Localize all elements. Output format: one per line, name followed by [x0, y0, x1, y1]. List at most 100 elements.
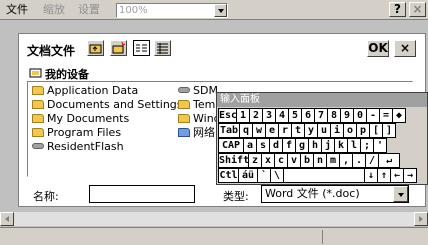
menu-zoom[interactable]: 缩放: [43, 3, 65, 17]
chevron-down-icon[interactable]: [214, 4, 227, 17]
type-label: 类型:: [223, 190, 249, 203]
key[interactable]: e: [265, 123, 279, 138]
ok-button[interactable]: OK: [367, 40, 389, 57]
space-key[interactable]: [283, 168, 365, 183]
ctrl-key[interactable]: Ctl: [218, 168, 239, 183]
file-type-select[interactable]: Word 文件 (*.doc): [261, 185, 409, 203]
drive-icon: [32, 143, 44, 149]
key[interactable]: v: [287, 153, 301, 168]
zoom-select[interactable]: 100%: [116, 3, 228, 18]
list-item[interactable]: Documents and Settings: [32, 98, 183, 112]
list-item[interactable]: ResidentFlash: [32, 140, 124, 154]
key[interactable]: y: [304, 123, 318, 138]
key[interactable]: Esc: [218, 108, 237, 123]
key[interactable]: t: [291, 123, 305, 138]
key[interactable]: 1: [236, 108, 250, 123]
key[interactable]: r: [278, 123, 292, 138]
input-panel[interactable]: 输入面板 Esc 1 2 3 4 5 6 7 8 9 0 - = ◆ Tab q…: [216, 92, 428, 185]
down-arrow-key[interactable]: ↓: [364, 168, 378, 183]
key[interactable]: f: [282, 138, 296, 153]
key[interactable]: ;: [360, 138, 374, 153]
key[interactable]: 5: [288, 108, 302, 123]
key[interactable]: -: [366, 108, 380, 123]
arrow-right-icon: [419, 216, 423, 222]
scroll-left-button[interactable]: [0, 212, 14, 226]
backspace-key[interactable]: ◆: [392, 108, 406, 123]
key[interactable]: d: [269, 138, 283, 153]
key[interactable]: 4: [275, 108, 289, 123]
menu-file[interactable]: 文件: [6, 3, 28, 17]
shift-key[interactable]: Shift: [218, 153, 249, 168]
name-label: 名称:: [33, 190, 59, 203]
key[interactable]: 7: [314, 108, 328, 123]
chevron-down-icon[interactable]: [393, 186, 408, 202]
key[interactable]: g: [295, 138, 309, 153]
list-item[interactable]: Program Files: [32, 126, 121, 140]
list-item[interactable]: Temp: [178, 98, 218, 112]
details-view-icon: [157, 43, 168, 54]
tab-key[interactable]: Tab: [218, 123, 240, 138]
caps-key[interactable]: CAP: [218, 138, 244, 153]
up-arrow-key[interactable]: ↑: [377, 168, 391, 183]
key[interactable]: m: [326, 153, 340, 168]
key[interactable]: s: [256, 138, 270, 153]
key[interactable]: b: [300, 153, 314, 168]
key[interactable]: i: [330, 123, 344, 138]
list-view-button[interactable]: [133, 40, 150, 56]
intl-key[interactable]: áü: [238, 168, 258, 183]
key[interactable]: ': [373, 138, 387, 153]
menu-settings[interactable]: 设置: [78, 3, 100, 17]
key[interactable]: \: [270, 168, 284, 183]
folder-icon: [32, 128, 44, 137]
key[interactable]: ]: [382, 123, 396, 138]
help-button[interactable]: ?: [389, 2, 406, 17]
key[interactable]: 0: [353, 108, 367, 123]
list-item[interactable]: Application Data: [32, 84, 138, 98]
dialog-close-button[interactable]: ×: [394, 40, 416, 57]
horizontal-scrollbar[interactable]: [0, 212, 428, 226]
key[interactable]: p: [356, 123, 370, 138]
up-folder-button[interactable]: [87, 40, 104, 56]
scroll-track[interactable]: [14, 212, 414, 226]
key[interactable]: w: [252, 123, 266, 138]
drive-icon: [178, 87, 190, 93]
key[interactable]: z: [248, 153, 262, 168]
key[interactable]: a: [243, 138, 257, 153]
close-button[interactable]: ×: [409, 2, 426, 17]
details-view-button[interactable]: [154, 40, 171, 56]
key[interactable]: =: [379, 108, 393, 123]
key[interactable]: 8: [327, 108, 341, 123]
list-item[interactable]: Windows: [178, 112, 218, 126]
list-item[interactable]: 网络: [178, 126, 218, 140]
filename-input[interactable]: [89, 185, 195, 203]
key[interactable]: n: [313, 153, 327, 168]
left-arrow-key[interactable]: ←: [390, 168, 404, 183]
right-arrow-key[interactable]: →: [403, 168, 417, 183]
new-folder-button[interactable]: [110, 40, 127, 56]
key[interactable]: [: [369, 123, 383, 138]
list-item[interactable]: SDMMC: [178, 84, 218, 98]
key[interactable]: c: [274, 153, 288, 168]
key[interactable]: j: [321, 138, 335, 153]
key[interactable]: h: [308, 138, 322, 153]
folder-icon: [32, 100, 44, 109]
key[interactable]: 9: [340, 108, 354, 123]
key[interactable]: ,: [339, 153, 353, 168]
key[interactable]: o: [343, 123, 357, 138]
list-item[interactable]: My Documents: [32, 112, 129, 126]
key[interactable]: x: [261, 153, 275, 168]
scroll-right-button[interactable]: [414, 212, 428, 226]
key[interactable]: l: [347, 138, 361, 153]
key[interactable]: /: [365, 153, 379, 168]
key[interactable]: q: [239, 123, 253, 138]
location-label: 我的设备: [29, 66, 89, 82]
key[interactable]: 3: [262, 108, 276, 123]
key[interactable]: .: [352, 153, 366, 168]
key[interactable]: 6: [301, 108, 315, 123]
key[interactable]: 2: [249, 108, 263, 123]
key[interactable]: u: [317, 123, 331, 138]
key[interactable]: k: [334, 138, 348, 153]
key[interactable]: `: [257, 168, 271, 183]
status-bar: [0, 227, 428, 245]
enter-key[interactable]: ↵: [378, 153, 400, 168]
